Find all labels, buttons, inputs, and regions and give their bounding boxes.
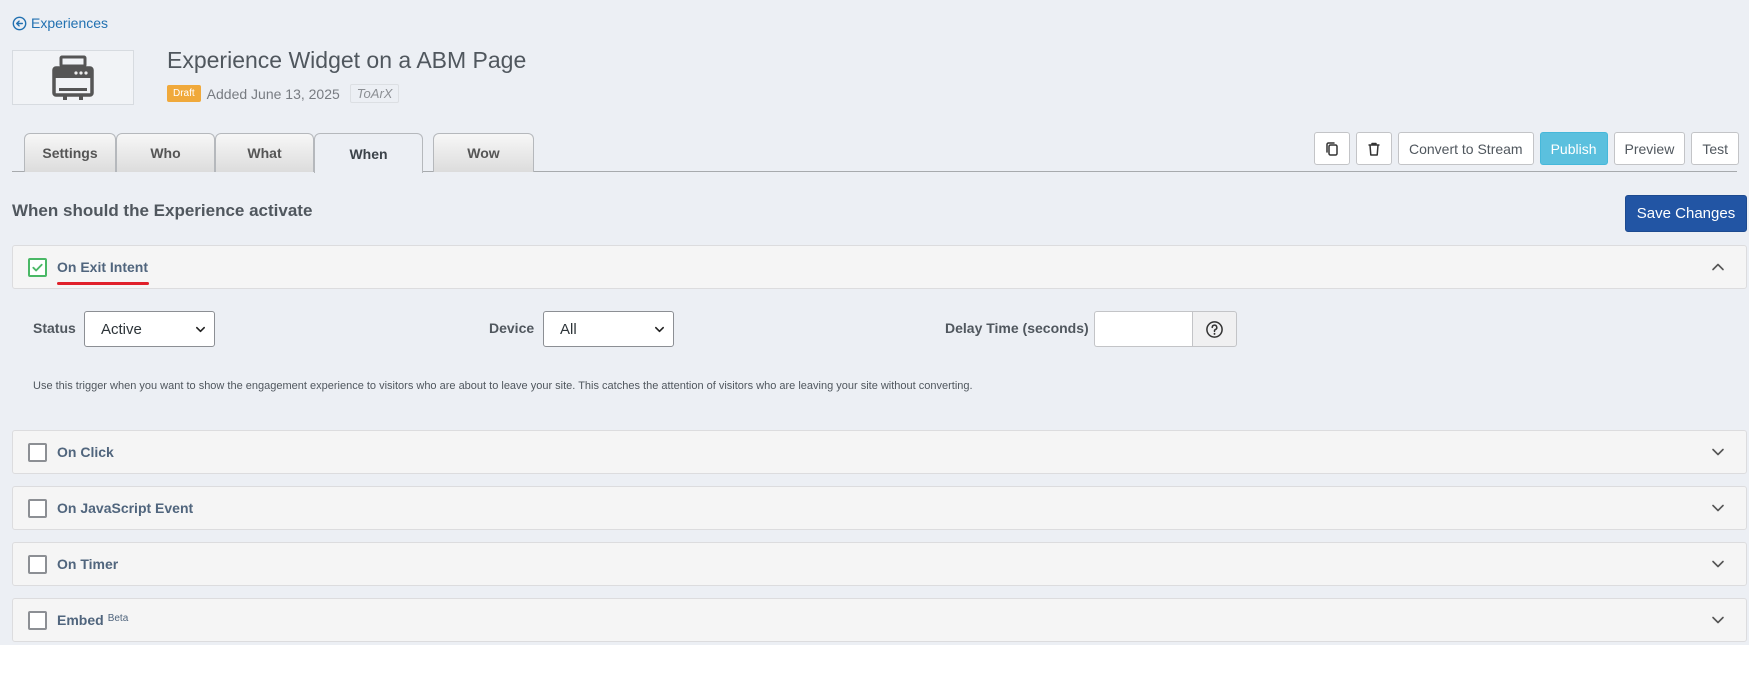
- delay-help-button[interactable]: [1192, 311, 1237, 347]
- highlight-underline: [57, 282, 149, 285]
- arrow-left-circle-icon: [12, 16, 27, 30]
- beta-badge: Beta: [107, 613, 129, 624]
- js-event-label[interactable]: On JavaScript Event: [57, 500, 193, 516]
- added-date: Added June 13, 2025: [206, 85, 340, 102]
- chevron-down-icon: [196, 326, 205, 333]
- trigger-panel-exit-intent[interactable]: On Exit Intent: [12, 245, 1747, 289]
- copy-icon: [1326, 141, 1338, 156]
- tab-wow[interactable]: Wow: [433, 133, 534, 172]
- back-link-label: Experiences: [31, 15, 109, 31]
- tab-settings[interactable]: Settings: [24, 133, 116, 172]
- tab-what[interactable]: What: [215, 133, 314, 172]
- device-select[interactable]: All: [543, 311, 674, 347]
- chevron-up-icon[interactable]: [1710, 259, 1726, 275]
- status-select-value: Active: [101, 320, 142, 338]
- trigger-panel-embed[interactable]: Embed Beta: [12, 598, 1747, 642]
- status-badge: Draft: [167, 85, 201, 102]
- chevron-down-icon[interactable]: [1710, 612, 1726, 628]
- delay-time-input[interactable]: [1094, 311, 1192, 347]
- experience-toolbar: Convert to Stream Publish Preview Test: [1313, 132, 1739, 165]
- on-click-checkbox[interactable]: [28, 442, 47, 462]
- duplicate-button[interactable]: [1313, 132, 1350, 165]
- js-event-checkbox[interactable]: [28, 498, 47, 518]
- embed-label[interactable]: Embed Beta: [57, 612, 128, 628]
- save-changes-button[interactable]: Save Changes: [1625, 195, 1747, 232]
- device-select-value: All: [560, 320, 577, 338]
- trigger-panel-on-click[interactable]: On Click: [12, 430, 1747, 474]
- experience-thumbnail: [12, 50, 134, 105]
- exit-intent-settings: Status Active Device All Delay Time (sec…: [12, 289, 1747, 429]
- convert-to-stream-button[interactable]: Convert to Stream: [1397, 132, 1534, 165]
- experience-tag: ToArX: [349, 84, 400, 103]
- chevron-down-icon: [655, 326, 664, 333]
- status-label: Status: [33, 320, 76, 336]
- on-timer-checkbox[interactable]: [28, 554, 47, 574]
- widget-window-icon: [52, 55, 94, 100]
- delete-button[interactable]: [1355, 132, 1392, 165]
- trash-icon: [1368, 142, 1380, 156]
- publish-button[interactable]: Publish: [1539, 132, 1608, 165]
- section-title: When should the Experience activate: [12, 201, 313, 220]
- chevron-down-icon[interactable]: [1710, 444, 1726, 460]
- preview-button[interactable]: Preview: [1613, 132, 1686, 165]
- trigger-panel-on-timer[interactable]: On Timer: [12, 542, 1747, 586]
- back-to-experiences-link[interactable]: Experiences: [12, 15, 108, 31]
- chevron-down-icon[interactable]: [1710, 500, 1726, 516]
- chevron-down-icon[interactable]: [1710, 556, 1726, 572]
- trigger-panel-js-event[interactable]: On JavaScript Event: [12, 486, 1747, 530]
- tab-who[interactable]: Who: [116, 133, 215, 172]
- tab-when[interactable]: When: [314, 133, 423, 173]
- page-title: Experience Widget on a ABM Page: [167, 47, 527, 73]
- status-select[interactable]: Active: [84, 311, 215, 347]
- test-button[interactable]: Test: [1691, 132, 1739, 165]
- question-circle-icon: [1206, 320, 1223, 338]
- delay-time-label: Delay Time (seconds): [945, 320, 1089, 336]
- exit-intent-checkbox[interactable]: [28, 257, 47, 277]
- embed-label-text: Embed: [57, 612, 104, 628]
- app-root: Experiences Experience Widget on a ABM P…: [0, 0, 1749, 645]
- exit-intent-label[interactable]: On Exit Intent: [57, 259, 149, 285]
- device-label: Device: [489, 320, 535, 336]
- on-timer-label[interactable]: On Timer: [57, 556, 118, 572]
- exit-intent-label-text: On Exit Intent: [57, 259, 148, 275]
- exit-intent-description: Use this trigger when you want to show t…: [33, 380, 973, 392]
- experience-meta: Draft Added June 13, 2025 ToArX: [167, 84, 400, 103]
- embed-checkbox[interactable]: [28, 610, 47, 630]
- check-icon: [32, 263, 43, 271]
- on-click-label[interactable]: On Click: [57, 444, 114, 460]
